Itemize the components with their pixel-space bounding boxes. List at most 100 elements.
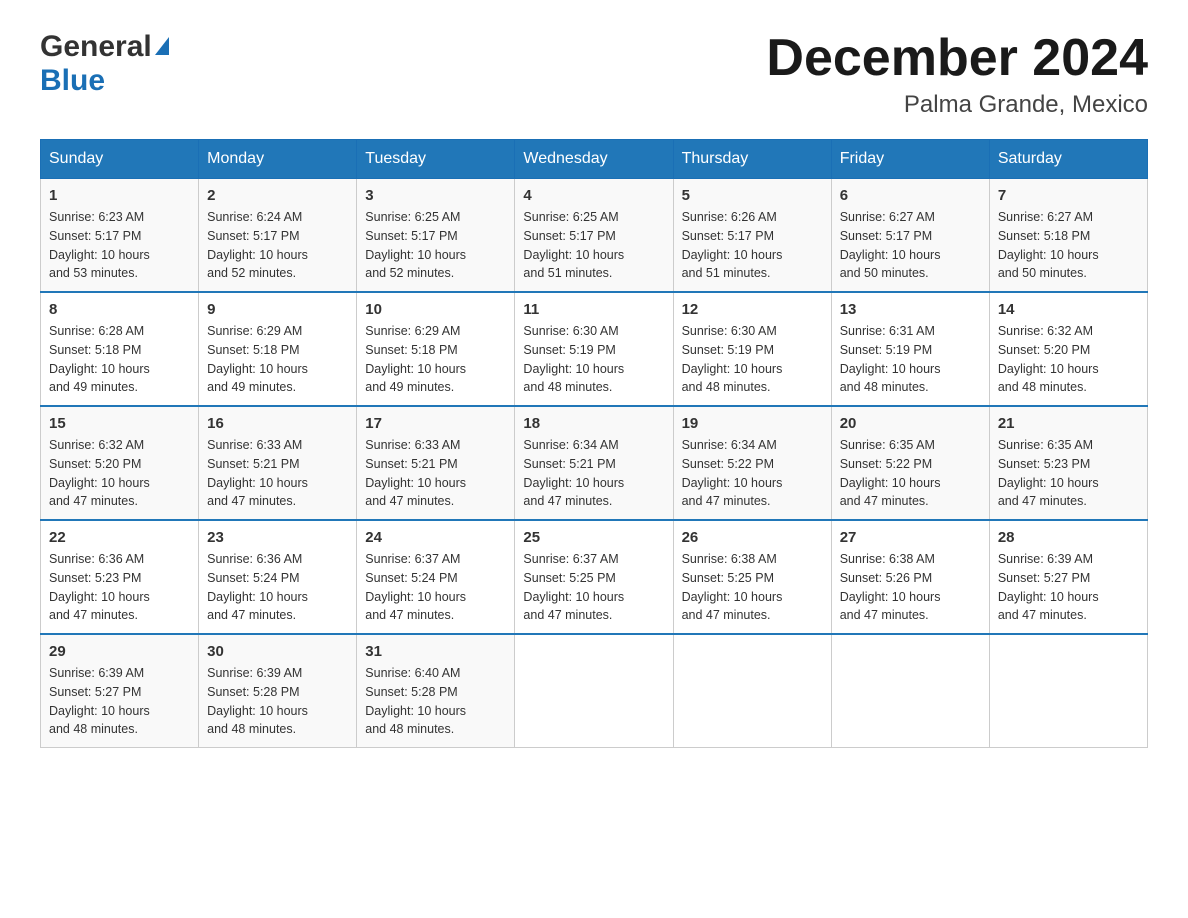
day-info: Sunrise: 6:23 AMSunset: 5:17 PMDaylight:… <box>49 208 190 283</box>
calendar-cell: 22 Sunrise: 6:36 AMSunset: 5:23 PMDaylig… <box>41 520 199 634</box>
calendar-cell <box>831 634 989 748</box>
col-tuesday: Tuesday <box>357 140 515 179</box>
day-info: Sunrise: 6:32 AMSunset: 5:20 PMDaylight:… <box>49 436 190 511</box>
logo-general-text: General <box>40 30 152 64</box>
day-info: Sunrise: 6:40 AMSunset: 5:28 PMDaylight:… <box>365 664 506 739</box>
calendar-cell: 25 Sunrise: 6:37 AMSunset: 5:25 PMDaylig… <box>515 520 673 634</box>
calendar-cell: 16 Sunrise: 6:33 AMSunset: 5:21 PMDaylig… <box>199 406 357 520</box>
day-info: Sunrise: 6:26 AMSunset: 5:17 PMDaylight:… <box>682 208 823 283</box>
day-number: 31 <box>365 643 506 660</box>
calendar-cell: 10 Sunrise: 6:29 AMSunset: 5:18 PMDaylig… <box>357 292 515 406</box>
day-number: 11 <box>523 301 664 318</box>
calendar-cell: 17 Sunrise: 6:33 AMSunset: 5:21 PMDaylig… <box>357 406 515 520</box>
calendar-cell: 13 Sunrise: 6:31 AMSunset: 5:19 PMDaylig… <box>831 292 989 406</box>
calendar-cell: 21 Sunrise: 6:35 AMSunset: 5:23 PMDaylig… <box>989 406 1147 520</box>
day-number: 10 <box>365 301 506 318</box>
calendar-cell: 3 Sunrise: 6:25 AMSunset: 5:17 PMDayligh… <box>357 179 515 293</box>
calendar-cell: 26 Sunrise: 6:38 AMSunset: 5:25 PMDaylig… <box>673 520 831 634</box>
days-of-week-row: Sunday Monday Tuesday Wednesday Thursday… <box>41 140 1148 179</box>
calendar-table: Sunday Monday Tuesday Wednesday Thursday… <box>40 139 1148 748</box>
day-number: 28 <box>998 529 1139 546</box>
day-number: 29 <box>49 643 190 660</box>
calendar-cell: 31 Sunrise: 6:40 AMSunset: 5:28 PMDaylig… <box>357 634 515 748</box>
day-number: 8 <box>49 301 190 318</box>
day-number: 23 <box>207 529 348 546</box>
calendar-week-row: 8 Sunrise: 6:28 AMSunset: 5:18 PMDayligh… <box>41 292 1148 406</box>
day-info: Sunrise: 6:37 AMSunset: 5:24 PMDaylight:… <box>365 550 506 625</box>
calendar-cell: 14 Sunrise: 6:32 AMSunset: 5:20 PMDaylig… <box>989 292 1147 406</box>
day-number: 24 <box>365 529 506 546</box>
calendar-cell: 11 Sunrise: 6:30 AMSunset: 5:19 PMDaylig… <box>515 292 673 406</box>
day-info: Sunrise: 6:30 AMSunset: 5:19 PMDaylight:… <box>682 322 823 397</box>
day-info: Sunrise: 6:27 AMSunset: 5:17 PMDaylight:… <box>840 208 981 283</box>
calendar-week-row: 15 Sunrise: 6:32 AMSunset: 5:20 PMDaylig… <box>41 406 1148 520</box>
day-info: Sunrise: 6:24 AMSunset: 5:17 PMDaylight:… <box>207 208 348 283</box>
day-info: Sunrise: 6:32 AMSunset: 5:20 PMDaylight:… <box>998 322 1139 397</box>
day-number: 22 <box>49 529 190 546</box>
col-saturday: Saturday <box>989 140 1147 179</box>
calendar-cell <box>673 634 831 748</box>
day-info: Sunrise: 6:25 AMSunset: 5:17 PMDaylight:… <box>523 208 664 283</box>
day-number: 5 <box>682 187 823 204</box>
col-wednesday: Wednesday <box>515 140 673 179</box>
calendar-cell: 24 Sunrise: 6:37 AMSunset: 5:24 PMDaylig… <box>357 520 515 634</box>
calendar-cell: 27 Sunrise: 6:38 AMSunset: 5:26 PMDaylig… <box>831 520 989 634</box>
calendar-cell: 29 Sunrise: 6:39 AMSunset: 5:27 PMDaylig… <box>41 634 199 748</box>
calendar-cell: 28 Sunrise: 6:39 AMSunset: 5:27 PMDaylig… <box>989 520 1147 634</box>
day-number: 3 <box>365 187 506 204</box>
day-number: 7 <box>998 187 1139 204</box>
calendar-week-row: 1 Sunrise: 6:23 AMSunset: 5:17 PMDayligh… <box>41 179 1148 293</box>
day-info: Sunrise: 6:36 AMSunset: 5:24 PMDaylight:… <box>207 550 348 625</box>
col-thursday: Thursday <box>673 140 831 179</box>
day-number: 4 <box>523 187 664 204</box>
col-friday: Friday <box>831 140 989 179</box>
logo: General Blue <box>40 30 169 98</box>
day-info: Sunrise: 6:35 AMSunset: 5:23 PMDaylight:… <box>998 436 1139 511</box>
day-info: Sunrise: 6:33 AMSunset: 5:21 PMDaylight:… <box>207 436 348 511</box>
calendar-cell: 6 Sunrise: 6:27 AMSunset: 5:17 PMDayligh… <box>831 179 989 293</box>
day-number: 12 <box>682 301 823 318</box>
day-number: 16 <box>207 415 348 432</box>
logo-blue-text: Blue <box>40 64 105 97</box>
day-info: Sunrise: 6:39 AMSunset: 5:27 PMDaylight:… <box>998 550 1139 625</box>
day-info: Sunrise: 6:31 AMSunset: 5:19 PMDaylight:… <box>840 322 981 397</box>
day-number: 18 <box>523 415 664 432</box>
day-number: 6 <box>840 187 981 204</box>
calendar-cell: 2 Sunrise: 6:24 AMSunset: 5:17 PMDayligh… <box>199 179 357 293</box>
day-info: Sunrise: 6:28 AMSunset: 5:18 PMDaylight:… <box>49 322 190 397</box>
calendar-cell: 15 Sunrise: 6:32 AMSunset: 5:20 PMDaylig… <box>41 406 199 520</box>
calendar-cell: 7 Sunrise: 6:27 AMSunset: 5:18 PMDayligh… <box>989 179 1147 293</box>
day-number: 30 <box>207 643 348 660</box>
calendar-cell: 9 Sunrise: 6:29 AMSunset: 5:18 PMDayligh… <box>199 292 357 406</box>
day-info: Sunrise: 6:29 AMSunset: 5:18 PMDaylight:… <box>365 322 506 397</box>
day-info: Sunrise: 6:34 AMSunset: 5:21 PMDaylight:… <box>523 436 664 511</box>
day-number: 25 <box>523 529 664 546</box>
col-sunday: Sunday <box>41 140 199 179</box>
day-number: 20 <box>840 415 981 432</box>
calendar-cell: 18 Sunrise: 6:34 AMSunset: 5:21 PMDaylig… <box>515 406 673 520</box>
day-number: 2 <box>207 187 348 204</box>
day-number: 13 <box>840 301 981 318</box>
day-info: Sunrise: 6:35 AMSunset: 5:22 PMDaylight:… <box>840 436 981 511</box>
calendar-week-row: 29 Sunrise: 6:39 AMSunset: 5:27 PMDaylig… <box>41 634 1148 748</box>
calendar-cell: 20 Sunrise: 6:35 AMSunset: 5:22 PMDaylig… <box>831 406 989 520</box>
day-number: 26 <box>682 529 823 546</box>
calendar-cell: 12 Sunrise: 6:30 AMSunset: 5:19 PMDaylig… <box>673 292 831 406</box>
day-info: Sunrise: 6:39 AMSunset: 5:28 PMDaylight:… <box>207 664 348 739</box>
day-info: Sunrise: 6:39 AMSunset: 5:27 PMDaylight:… <box>49 664 190 739</box>
title-section: December 2024 Palma Grande, Mexico <box>766 30 1148 119</box>
day-number: 17 <box>365 415 506 432</box>
day-info: Sunrise: 6:36 AMSunset: 5:23 PMDaylight:… <box>49 550 190 625</box>
calendar-cell <box>515 634 673 748</box>
calendar-cell: 4 Sunrise: 6:25 AMSunset: 5:17 PMDayligh… <box>515 179 673 293</box>
day-info: Sunrise: 6:38 AMSunset: 5:25 PMDaylight:… <box>682 550 823 625</box>
calendar-cell: 1 Sunrise: 6:23 AMSunset: 5:17 PMDayligh… <box>41 179 199 293</box>
day-number: 14 <box>998 301 1139 318</box>
month-title: December 2024 <box>766 30 1148 87</box>
calendar-cell <box>989 634 1147 748</box>
day-number: 19 <box>682 415 823 432</box>
day-info: Sunrise: 6:25 AMSunset: 5:17 PMDaylight:… <box>365 208 506 283</box>
calendar-cell: 19 Sunrise: 6:34 AMSunset: 5:22 PMDaylig… <box>673 406 831 520</box>
calendar-cell: 30 Sunrise: 6:39 AMSunset: 5:28 PMDaylig… <box>199 634 357 748</box>
calendar-cell: 23 Sunrise: 6:36 AMSunset: 5:24 PMDaylig… <box>199 520 357 634</box>
